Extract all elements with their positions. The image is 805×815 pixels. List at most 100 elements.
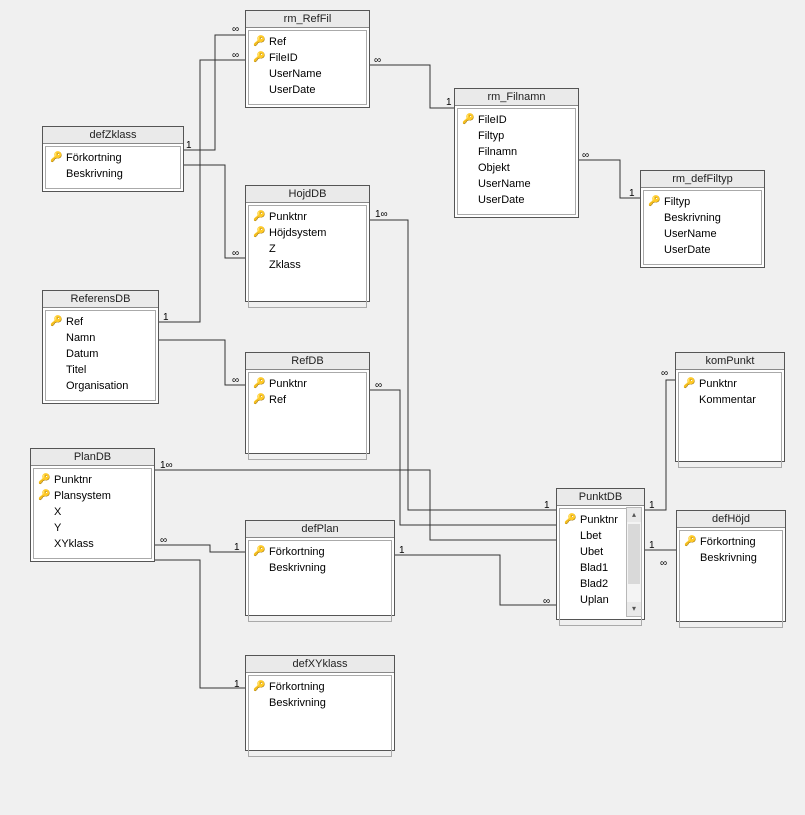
table-row[interactable]: Y	[36, 520, 149, 536]
table-row[interactable]: Z	[251, 241, 364, 257]
table-PlanDB[interactable]: PlanDB 🔑Punktnr 🔑Plansystem X Y XYklass	[30, 448, 155, 562]
field-label: Organisation	[66, 379, 128, 393]
table-row[interactable]: 🔑Punktnr	[562, 512, 625, 528]
table-row[interactable]: UserName	[460, 176, 573, 192]
table-row[interactable]: 🔑 Ref	[251, 34, 364, 50]
table-row[interactable]: Objekt	[460, 160, 573, 176]
table-rm_Filnamn[interactable]: rm_Filnamn 🔑FileID Filtyp Filnamn Objekt…	[454, 88, 579, 218]
table-defHojd[interactable]: defHöjd 🔑 Förkortning Beskrivning	[676, 510, 786, 622]
scroll-down-icon[interactable]: ▾	[627, 602, 641, 616]
table-row[interactable]: Beskrivning	[682, 550, 780, 566]
table-row[interactable]: Uplan	[562, 592, 625, 608]
field-label: Plansystem	[54, 489, 111, 503]
table-row[interactable]: 🔑Punktnr	[36, 472, 149, 488]
table-row[interactable]: Filnamn	[460, 144, 573, 160]
card-inf: ∞	[661, 368, 668, 379]
table-title: defPlan	[246, 521, 394, 538]
table-row[interactable]: Titel	[48, 362, 153, 378]
table-row[interactable]: 🔑FileID	[251, 50, 364, 66]
table-row[interactable]: 🔑 Förkortning	[251, 679, 389, 695]
field-label: Höjdsystem	[269, 226, 326, 240]
table-row[interactable]: Beskrivning	[251, 695, 389, 711]
table-HojdDB[interactable]: HojdDB 🔑Punktnr 🔑Höjdsystem Z Zklass	[245, 185, 370, 302]
card-1: 1	[629, 188, 635, 199]
field-label: Filtyp	[664, 195, 690, 209]
field-label: Punktnr	[580, 513, 618, 527]
table-row[interactable]: 🔑FileID	[460, 112, 573, 128]
field-label: UserName	[478, 177, 531, 191]
table-row[interactable]: 🔑Filtyp	[646, 194, 759, 210]
table-row[interactable]: UserDate	[251, 82, 364, 98]
key-icon: 🔑	[253, 51, 265, 65]
table-row[interactable]: Ubet	[562, 544, 625, 560]
table-row[interactable]: Kommentar	[681, 392, 779, 408]
scrollbar[interactable]: ▴ ▾	[626, 507, 642, 617]
table-komPunkt[interactable]: komPunkt 🔑Punktnr Kommentar	[675, 352, 785, 462]
card-inf: ∞	[582, 150, 589, 161]
table-row[interactable]: Datum	[48, 346, 153, 362]
key-icon: 🔑	[253, 377, 265, 391]
table-defPlan[interactable]: defPlan 🔑Förkortning Beskrivning	[245, 520, 395, 616]
table-PunktDB[interactable]: PunktDB 🔑Punktnr Lbet Ubet Blad1 Blad2 U…	[556, 488, 645, 620]
table-defZklass[interactable]: defZklass 🔑Förkortning Beskrivning	[42, 126, 184, 192]
table-row[interactable]: Beskrivning	[48, 166, 178, 182]
table-defXYklass[interactable]: defXYklass 🔑 Förkortning Beskrivning	[245, 655, 395, 751]
table-row[interactable]: 🔑Förkortning	[251, 544, 389, 560]
table-row[interactable]: 🔑Ref	[48, 314, 153, 330]
card-inf: 1∞	[375, 209, 388, 220]
card-1: 1	[446, 97, 452, 108]
table-row[interactable]: Blad2	[562, 576, 625, 592]
table-title: defXYklass	[246, 656, 394, 673]
table-rm_RefFil[interactable]: rm_RefFil 🔑Ref 🔑FileID UserName UserDate	[245, 10, 370, 108]
field-label: UserDate	[478, 193, 524, 207]
table-row[interactable]: 🔑Punktnr	[251, 376, 364, 392]
er-diagram-canvas: 1 ∞ ∞ 1 ∞ ∞ ∞ 1 ∞ 1 1∞ ∞ 1∞ 1 ∞ 1 1 1 ∞ …	[0, 0, 805, 815]
field-list: 🔑Förkortning Beskrivning	[45, 146, 181, 189]
card-inf: ∞	[374, 55, 381, 66]
table-row[interactable]: Organisation	[48, 378, 153, 394]
table-row[interactable]: 🔑Förkortning	[48, 150, 178, 166]
field-label: UserDate	[664, 243, 710, 257]
table-row[interactable]: UserName	[251, 66, 364, 82]
field-label: Kommentar	[699, 393, 756, 407]
table-row[interactable]: Zklass	[251, 257, 364, 273]
table-RefDB[interactable]: RefDB 🔑Punktnr 🔑Ref	[245, 352, 370, 454]
table-row[interactable]: Beskrivning	[251, 560, 389, 576]
field-label: Förkortning	[269, 680, 325, 694]
field-label: Namn	[66, 331, 95, 345]
table-row[interactable]: 🔑Punktnr	[681, 376, 779, 392]
field-label: Ref	[269, 35, 286, 49]
field-label: UserDate	[269, 83, 315, 97]
table-row[interactable]: UserDate	[460, 192, 573, 208]
table-row[interactable]: 🔑Ref	[251, 392, 364, 408]
field-label: Förkortning	[700, 535, 756, 549]
field-label: Uplan	[580, 593, 609, 607]
table-rm_defFiltyp[interactable]: rm_defFiltyp 🔑Filtyp Beskrivning UserNam…	[640, 170, 765, 268]
scroll-thumb[interactable]	[628, 524, 640, 584]
table-row[interactable]: 🔑Plansystem	[36, 488, 149, 504]
table-row[interactable]: 🔑Punktnr	[251, 209, 364, 225]
table-row[interactable]: Beskrivning	[646, 210, 759, 226]
field-label: UserName	[269, 67, 322, 81]
card-1: 1	[649, 500, 655, 511]
table-row[interactable]: 🔑 Förkortning	[682, 534, 780, 550]
table-row[interactable]: Filtyp	[460, 128, 573, 144]
table-row[interactable]: UserDate	[646, 242, 759, 258]
card-1: 1	[544, 500, 550, 511]
key-icon: 🔑	[253, 393, 265, 407]
key-icon: 🔑	[50, 151, 62, 165]
table-row[interactable]: Lbet	[562, 528, 625, 544]
field-label: Blad1	[580, 561, 608, 575]
table-row[interactable]: Blad1	[562, 560, 625, 576]
table-row[interactable]: Namn	[48, 330, 153, 346]
table-row[interactable]: 🔑Höjdsystem	[251, 225, 364, 241]
table-row[interactable]: UserName	[646, 226, 759, 242]
key-icon: 🔑	[684, 535, 696, 549]
table-ReferensDB[interactable]: ReferensDB 🔑Ref Namn Datum Titel Organis…	[42, 290, 159, 404]
scroll-up-icon[interactable]: ▴	[627, 508, 641, 522]
table-title: defHöjd	[677, 511, 785, 528]
table-row[interactable]: XYklass	[36, 536, 149, 552]
key-icon: 🔑	[253, 35, 265, 49]
key-icon: 🔑	[253, 680, 265, 694]
table-row[interactable]: X	[36, 504, 149, 520]
